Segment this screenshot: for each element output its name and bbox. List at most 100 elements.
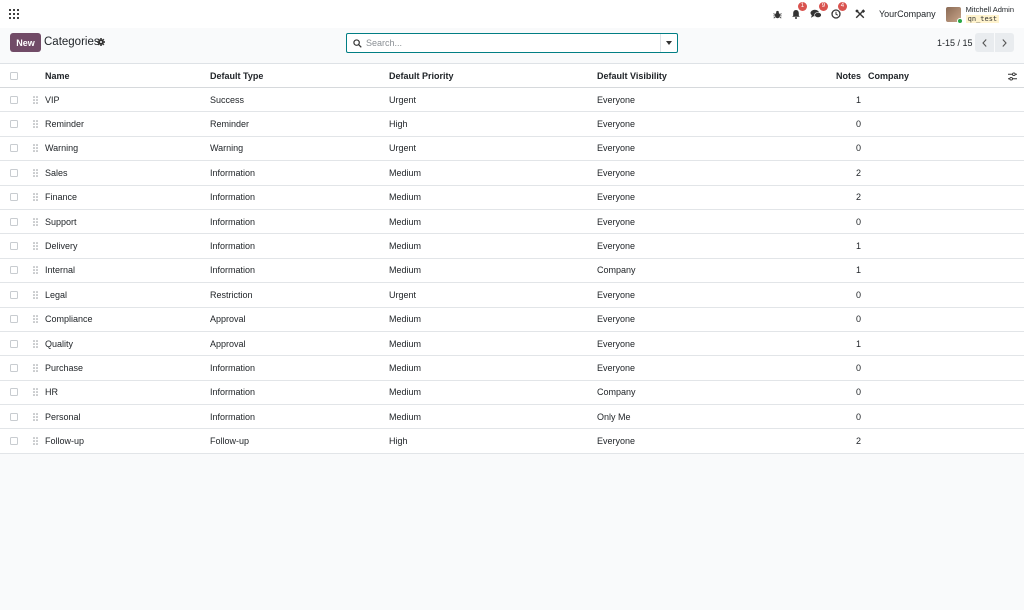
cell-default-priority: Medium bbox=[389, 241, 422, 252]
row-checkbox[interactable] bbox=[10, 388, 18, 397]
tools-menu[interactable] bbox=[855, 9, 865, 19]
drag-handle-icon[interactable] bbox=[33, 120, 38, 128]
search-input[interactable] bbox=[366, 38, 660, 48]
drag-handle-icon[interactable] bbox=[33, 437, 38, 445]
cell-notes: 2 bbox=[855, 167, 861, 178]
cell-default-type: Information bbox=[210, 167, 256, 178]
new-button[interactable]: New bbox=[10, 33, 41, 52]
pager-nav bbox=[975, 33, 1014, 52]
avatar bbox=[945, 6, 963, 24]
messaging-menu[interactable]: 9 bbox=[810, 2, 828, 19]
column-header-visibility[interactable]: Default Visibility bbox=[597, 64, 667, 87]
row-checkbox[interactable] bbox=[10, 168, 18, 177]
column-header-priority[interactable]: Default Priority bbox=[389, 64, 454, 87]
caret-down-icon bbox=[666, 41, 672, 45]
cell-default-type: Reminder bbox=[210, 119, 250, 130]
row-checkbox[interactable] bbox=[10, 242, 18, 251]
cell-default-type: Information bbox=[210, 241, 256, 252]
row-checkbox[interactable] bbox=[10, 290, 18, 299]
cell-default-visibility: Everyone bbox=[597, 216, 636, 227]
row-checkbox[interactable] bbox=[10, 315, 18, 324]
drag-handle-icon[interactable] bbox=[33, 95, 38, 104]
table-row[interactable]: Warning Warning Urgent Everyone 0 bbox=[0, 136, 1024, 162]
user-menu[interactable]: Mitchell Admin qn_test bbox=[945, 5, 1014, 24]
table-row[interactable]: Legal Restriction Urgent Everyone 0 bbox=[0, 283, 1024, 308]
row-checkbox[interactable] bbox=[10, 120, 18, 129]
table-row[interactable]: Sales Information Medium Everyone 2 bbox=[0, 161, 1024, 186]
debug-menu[interactable] bbox=[773, 10, 782, 19]
row-checkbox[interactable] bbox=[10, 437, 18, 446]
pager-value[interactable]: 1-15 / 15 bbox=[937, 38, 973, 48]
cell-name: Quality bbox=[45, 338, 74, 349]
cell-name: Compliance bbox=[45, 314, 93, 325]
table-row[interactable]: Support Information Medium Everyone 0 bbox=[0, 209, 1024, 235]
pager-next-button[interactable] bbox=[995, 33, 1014, 52]
drag-handle-icon[interactable] bbox=[33, 388, 38, 397]
drag-handle-icon[interactable] bbox=[33, 291, 38, 299]
pager-previous-button[interactable] bbox=[975, 33, 994, 52]
cell-name: Purchase bbox=[45, 362, 84, 373]
cell-name: Internal bbox=[45, 265, 76, 276]
table-row[interactable]: Quality Approval Medium Everyone 1 bbox=[0, 331, 1024, 357]
cell-default-priority: Medium bbox=[389, 167, 422, 178]
table-row[interactable]: Compliance Approval Medium Everyone 0 bbox=[0, 307, 1024, 332]
row-checkbox[interactable] bbox=[10, 412, 18, 421]
cell-default-visibility: Company bbox=[597, 265, 636, 276]
cell-default-visibility: Everyone bbox=[597, 241, 636, 252]
row-checkbox[interactable] bbox=[10, 339, 18, 348]
cell-default-priority: Urgent bbox=[389, 94, 417, 105]
row-checkbox[interactable] bbox=[10, 363, 18, 372]
online-status-icon bbox=[956, 17, 963, 24]
table-row[interactable]: Follow-up Follow-up High Everyone 2 bbox=[0, 429, 1024, 454]
table-row[interactable]: Purchase Information Medium Everyone 0 bbox=[0, 356, 1024, 381]
apps-menu-icon[interactable] bbox=[9, 9, 19, 19]
drag-handle-icon[interactable] bbox=[33, 217, 38, 226]
row-checkbox[interactable] bbox=[10, 144, 18, 153]
table-row[interactable]: Finance Information Medium Everyone 2 bbox=[0, 185, 1024, 210]
cell-name: Reminder bbox=[45, 119, 85, 130]
cell-default-type: Approval bbox=[210, 314, 246, 325]
drag-handle-icon[interactable] bbox=[33, 193, 38, 201]
table-row[interactable]: VIP Success Urgent Everyone 1 bbox=[0, 88, 1024, 113]
activity-menu[interactable]: 1 bbox=[791, 2, 807, 19]
row-checkbox[interactable] bbox=[10, 95, 18, 104]
table-row[interactable]: HR Information Medium Company 0 bbox=[0, 380, 1024, 406]
cell-default-type: Information bbox=[210, 362, 256, 373]
table-row[interactable]: Reminder Reminder High Everyone 0 bbox=[0, 112, 1024, 137]
column-header-notes[interactable]: Notes bbox=[800, 64, 861, 87]
cell-default-priority: High bbox=[389, 119, 408, 130]
drag-handle-icon[interactable] bbox=[33, 315, 38, 323]
cell-notes: 1 bbox=[855, 338, 861, 349]
gear-icon[interactable] bbox=[97, 38, 105, 46]
select-all-checkbox[interactable] bbox=[10, 71, 18, 80]
timer-menu[interactable]: 4 bbox=[831, 2, 847, 19]
clock-badge: 4 bbox=[837, 2, 847, 11]
cell-default-visibility: Everyone bbox=[597, 119, 636, 130]
search-options-toggle[interactable] bbox=[660, 34, 677, 52]
table-row[interactable]: Internal Information Medium Company 1 bbox=[0, 258, 1024, 284]
table-row[interactable]: Personal Information Medium Only Me 0 bbox=[0, 405, 1024, 430]
drag-handle-icon[interactable] bbox=[33, 169, 38, 177]
column-header-company[interactable]: Company bbox=[868, 64, 909, 87]
cell-notes: 1 bbox=[855, 241, 861, 252]
cell-notes: 0 bbox=[855, 216, 861, 227]
row-checkbox[interactable] bbox=[10, 266, 18, 275]
row-checkbox[interactable] bbox=[10, 193, 18, 202]
column-header-name[interactable]: Name bbox=[45, 64, 70, 87]
drag-handle-icon[interactable] bbox=[33, 364, 38, 372]
company-switcher[interactable]: YourCompany bbox=[879, 9, 936, 19]
cell-name: HR bbox=[45, 387, 58, 398]
column-settings-icon[interactable] bbox=[1008, 72, 1017, 81]
row-checkbox[interactable] bbox=[10, 217, 18, 226]
drag-handle-icon[interactable] bbox=[33, 266, 38, 275]
column-header-type[interactable]: Default Type bbox=[210, 64, 263, 87]
drag-handle-icon[interactable] bbox=[33, 339, 38, 348]
table-row[interactable]: Delivery Information Medium Everyone 1 bbox=[0, 234, 1024, 259]
chat-bubbles-icon bbox=[810, 9, 822, 18]
cell-notes: 0 bbox=[855, 387, 861, 398]
drag-handle-icon[interactable] bbox=[33, 144, 38, 153]
cell-notes: 0 bbox=[855, 143, 861, 154]
drag-handle-icon[interactable] bbox=[33, 242, 38, 250]
drag-handle-icon[interactable] bbox=[33, 413, 38, 421]
cell-default-priority: Urgent bbox=[389, 289, 417, 300]
